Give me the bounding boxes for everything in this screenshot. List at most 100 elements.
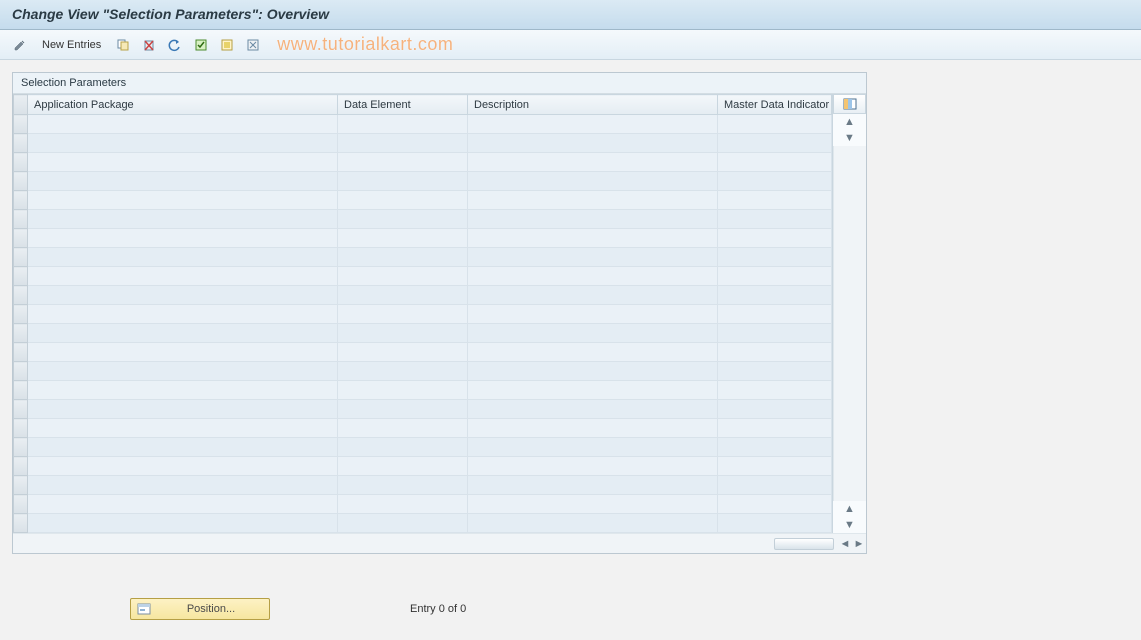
cell[interactable] xyxy=(28,191,338,210)
cell[interactable] xyxy=(28,305,338,324)
vertical-scrollbar[interactable]: ▲ ▼ ▲ ▼ xyxy=(832,94,866,533)
table-row[interactable] xyxy=(14,191,832,210)
cell[interactable] xyxy=(338,457,468,476)
cell[interactable] xyxy=(468,476,718,495)
cell[interactable] xyxy=(338,248,468,267)
scroll-right-button[interactable]: ► xyxy=(852,537,866,551)
row-selector[interactable] xyxy=(14,172,28,191)
cell[interactable] xyxy=(338,400,468,419)
cell[interactable] xyxy=(468,400,718,419)
cell[interactable] xyxy=(468,210,718,229)
cell[interactable] xyxy=(468,343,718,362)
cell[interactable] xyxy=(468,115,718,134)
row-selector[interactable] xyxy=(14,400,28,419)
cell[interactable] xyxy=(338,229,468,248)
cell[interactable] xyxy=(338,267,468,286)
cell[interactable] xyxy=(718,134,832,153)
cell[interactable] xyxy=(718,343,832,362)
cell[interactable] xyxy=(468,324,718,343)
select-block-button[interactable] xyxy=(217,35,237,55)
cell[interactable] xyxy=(718,457,832,476)
row-selector[interactable] xyxy=(14,134,28,153)
table-row[interactable] xyxy=(14,514,832,533)
row-selector[interactable] xyxy=(14,476,28,495)
table-row[interactable] xyxy=(14,134,832,153)
table-row[interactable] xyxy=(14,495,832,514)
position-button[interactable]: Position... xyxy=(130,598,270,620)
cell[interactable] xyxy=(28,172,338,191)
select-all-button[interactable] xyxy=(191,35,211,55)
table-row[interactable] xyxy=(14,343,832,362)
cell[interactable] xyxy=(338,514,468,533)
table-row[interactable] xyxy=(14,362,832,381)
cell[interactable] xyxy=(718,191,832,210)
horizontal-scroll-thumb[interactable] xyxy=(774,538,834,550)
cell[interactable] xyxy=(28,134,338,153)
cell[interactable] xyxy=(718,286,832,305)
row-selector[interactable] xyxy=(14,514,28,533)
cell[interactable] xyxy=(468,267,718,286)
cell[interactable] xyxy=(28,476,338,495)
cell[interactable] xyxy=(468,134,718,153)
cell[interactable] xyxy=(338,134,468,153)
table-row[interactable] xyxy=(14,115,832,134)
table-row[interactable] xyxy=(14,457,832,476)
row-selector[interactable] xyxy=(14,362,28,381)
cell[interactable] xyxy=(718,362,832,381)
cell[interactable] xyxy=(718,115,832,134)
cell[interactable] xyxy=(338,286,468,305)
scroll-up-end-button[interactable]: ▲ xyxy=(833,501,866,517)
table-row[interactable] xyxy=(14,476,832,495)
cell[interactable] xyxy=(468,419,718,438)
cell[interactable] xyxy=(28,381,338,400)
cell[interactable] xyxy=(338,305,468,324)
cell[interactable] xyxy=(718,381,832,400)
cell[interactable] xyxy=(28,153,338,172)
row-selector[interactable] xyxy=(14,229,28,248)
cell[interactable] xyxy=(718,419,832,438)
cell[interactable] xyxy=(468,362,718,381)
cell[interactable] xyxy=(468,457,718,476)
cell[interactable] xyxy=(338,381,468,400)
cell[interactable] xyxy=(28,495,338,514)
cell[interactable] xyxy=(468,305,718,324)
horizontal-scrollbar[interactable]: ◄ ► xyxy=(13,533,866,553)
cell[interactable] xyxy=(338,476,468,495)
scroll-down-end-button[interactable]: ▼ xyxy=(833,517,866,533)
deselect-all-button[interactable] xyxy=(243,35,263,55)
cell[interactable] xyxy=(468,191,718,210)
table-row[interactable] xyxy=(14,172,832,191)
cell[interactable] xyxy=(338,419,468,438)
cell[interactable] xyxy=(338,362,468,381)
new-entries-button[interactable]: New Entries xyxy=(36,37,107,53)
cell[interactable] xyxy=(468,514,718,533)
cell[interactable] xyxy=(718,172,832,191)
row-selector[interactable] xyxy=(14,381,28,400)
cell[interactable] xyxy=(718,495,832,514)
table-row[interactable] xyxy=(14,286,832,305)
table-row[interactable] xyxy=(14,419,832,438)
cell[interactable] xyxy=(468,438,718,457)
row-selector[interactable] xyxy=(14,305,28,324)
cell[interactable] xyxy=(468,495,718,514)
row-selector[interactable] xyxy=(14,324,28,343)
cell[interactable] xyxy=(468,229,718,248)
row-selector[interactable] xyxy=(14,438,28,457)
cell[interactable] xyxy=(338,191,468,210)
table-row[interactable] xyxy=(14,400,832,419)
cell[interactable] xyxy=(718,153,832,172)
cell[interactable] xyxy=(28,419,338,438)
cell[interactable] xyxy=(468,381,718,400)
row-selector[interactable] xyxy=(14,419,28,438)
cell[interactable] xyxy=(338,343,468,362)
cell[interactable] xyxy=(338,210,468,229)
undo-button[interactable] xyxy=(165,35,185,55)
column-master-data-indicator[interactable]: Master Data Indicator xyxy=(718,95,832,115)
table-row[interactable] xyxy=(14,210,832,229)
row-selector[interactable] xyxy=(14,115,28,134)
cell[interactable] xyxy=(718,324,832,343)
cell[interactable] xyxy=(28,400,338,419)
row-selector[interactable] xyxy=(14,343,28,362)
column-application-package[interactable]: Application Package xyxy=(28,95,338,115)
cell[interactable] xyxy=(718,210,832,229)
